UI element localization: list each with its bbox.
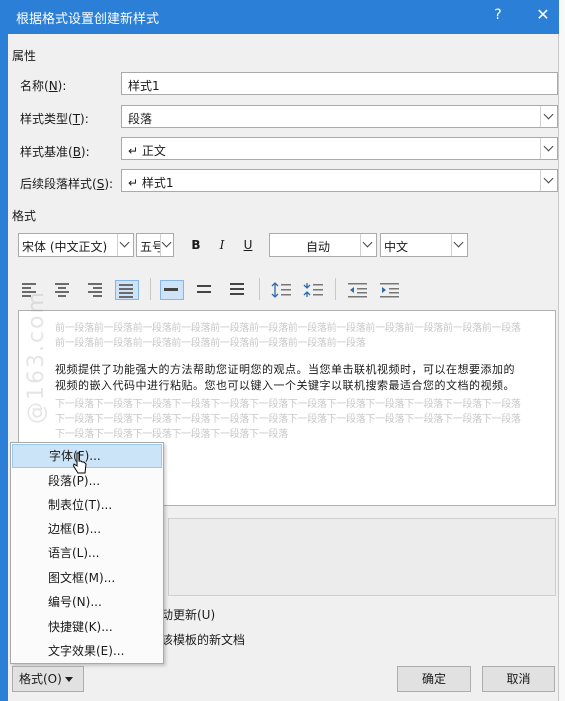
next-style-label: 后续段落样式(S): [20, 177, 114, 191]
language-select[interactable]: 中文 [380, 233, 468, 257]
name-label: 名称(N): [20, 79, 67, 93]
properties-section-label: 属性 [12, 49, 37, 63]
name-input[interactable]: 样式1 [121, 72, 558, 95]
language-value: 中文 [384, 240, 409, 254]
menu-item-frame[interactable]: 图文框(M)... [12, 566, 162, 590]
based-on-select[interactable]: ↵ 正文 [121, 137, 558, 160]
style-type-value: 段落 [128, 112, 153, 126]
based-on-value: ↵ 正文 [128, 144, 166, 158]
style-type-label: 样式类型(T): [20, 112, 89, 126]
font-select[interactable]: 宋体 (中文正文) [18, 233, 134, 257]
dialog-title: 根据格式设置创建新样式 [16, 12, 160, 27]
help-button[interactable]: ? [488, 7, 508, 23]
format-section-label: 格式 [12, 209, 37, 223]
chevron-down-icon [64, 677, 73, 682]
format-menu-button[interactable]: 格式(O) [12, 666, 84, 692]
bold-button[interactable]: B [186, 235, 206, 255]
new-documents-label[interactable]: 该模板的新文档 [161, 631, 245, 648]
align-center-button[interactable] [51, 280, 75, 300]
menu-item-language[interactable]: 语言(L)... [12, 541, 162, 565]
close-button[interactable]: ✕ [532, 5, 554, 24]
spacing-up-icon [271, 282, 291, 298]
spacing-down-icon [303, 283, 323, 297]
chevron-down-icon[interactable] [540, 138, 557, 159]
italic-button[interactable]: I [212, 235, 232, 255]
align-right-button[interactable] [84, 280, 108, 300]
watermark: @163.com [24, 290, 49, 424]
next-style-value: ↵ 样式1 [128, 176, 174, 190]
style-description-box [168, 518, 556, 596]
font-size-select[interactable]: 五号 [136, 233, 174, 257]
decrease-paragraph-spacing-button[interactable] [302, 280, 326, 300]
chevron-down-icon[interactable] [540, 106, 557, 127]
preview-next-paragraph: 下一段落下一段落下一段落下一段落下一段落下一段落下一段落下一段落下一段落下一段落… [55, 399, 521, 440]
format-menu-button-label: 格式(O) [19, 672, 62, 686]
next-style-select[interactable]: ↵ 样式1 [121, 169, 558, 192]
toolbar-separator [150, 278, 151, 300]
mouse-cursor-icon [73, 452, 87, 474]
outdent-icon [348, 283, 367, 298]
menu-item-border[interactable]: 边框(B)... [12, 517, 162, 541]
font-color-select[interactable]: 自动 [269, 233, 377, 257]
indent-icon [380, 283, 399, 298]
toolbar-separator [259, 278, 260, 300]
chevron-down-icon[interactable] [160, 234, 173, 256]
chevron-down-icon[interactable] [360, 234, 376, 256]
background-window-edge-right [559, 0, 565, 701]
double-spacing-button[interactable] [226, 280, 250, 300]
one-half-spacing-button[interactable] [193, 280, 217, 300]
name-input-value: 样式1 [128, 79, 160, 93]
preview-sample-text: 视频提供了功能强大的方法帮助您证明您的观点。当您单击联机视频时，可以在想要添加的… [55, 363, 515, 392]
preview-previous-paragraph: 前一段落前一段落前一段落前一段落前一段落前一段落前一段落前一段落前一段落前一段落… [55, 323, 521, 349]
menu-item-tabs[interactable]: 制表位(T)... [12, 493, 162, 517]
title-bar: 根据格式设置创建新样式 ? ✕ [8, 0, 559, 34]
cancel-button[interactable]: 取消 [482, 666, 555, 692]
single-spacing-button[interactable] [160, 280, 184, 300]
font-color-value: 自动 [306, 240, 331, 254]
decrease-indent-button[interactable] [346, 280, 370, 300]
background-window-edge [0, 0, 8, 701]
menu-item-font[interactable]: 字体(F)... [12, 444, 162, 468]
increase-indent-button[interactable] [378, 280, 402, 300]
justify-button[interactable] [115, 280, 139, 300]
menu-item-paragraph[interactable]: 段落(P)... [12, 469, 162, 493]
toolbar-separator [335, 278, 336, 300]
menu-item-numbering[interactable]: 编号(N)... [12, 590, 162, 614]
menu-item-shortcut[interactable]: 快捷键(K)... [12, 615, 162, 639]
format-menu: 字体(F)... 段落(P)... 制表位(T)... 边框(B)... 语言(… [10, 442, 164, 664]
font-value: 宋体 (中文正文) [22, 240, 108, 254]
chevron-down-icon[interactable] [117, 234, 133, 256]
underline-button[interactable]: U [238, 235, 258, 255]
style-type-select[interactable]: 段落 [121, 105, 558, 128]
menu-item-text-effects[interactable]: 文字效果(E)... [12, 639, 162, 663]
chevron-down-icon[interactable] [451, 234, 467, 256]
based-on-label: 样式基准(B): [20, 145, 90, 159]
ok-button[interactable]: 确定 [397, 666, 471, 692]
auto-update-label[interactable]: 动更新(U) [161, 606, 215, 623]
chevron-down-icon[interactable] [540, 170, 557, 191]
increase-paragraph-spacing-button[interactable] [270, 280, 294, 300]
